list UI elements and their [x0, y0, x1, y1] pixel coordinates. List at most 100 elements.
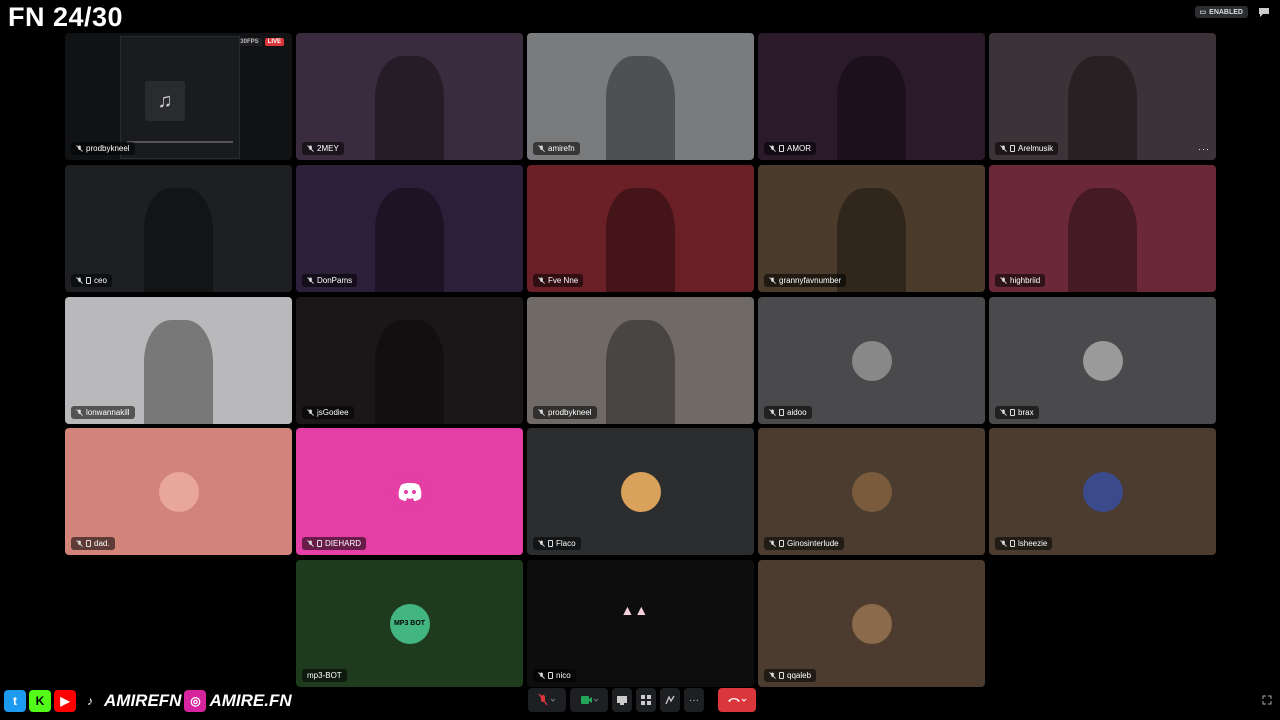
playback-progress-bar: [127, 141, 233, 143]
mic-muted-icon: [76, 540, 83, 547]
mic-muted-icon: [769, 672, 776, 679]
participant-name: lsheezie: [1018, 539, 1048, 548]
screen-share-icon: [617, 696, 627, 705]
social-handle-primary: AMIREFN: [104, 691, 182, 710]
participant-name: prodbykneel: [548, 408, 592, 417]
camera-icon: [581, 696, 599, 704]
video-feed: [1068, 55, 1137, 160]
participant-name-label: mp3-BOT: [302, 669, 347, 682]
participant-tile[interactable]: Ginosinterlude: [758, 428, 985, 555]
video-feed: [144, 187, 213, 292]
mic-muted-icon: [769, 277, 776, 284]
mobile-device-icon: [1010, 145, 1015, 152]
mic-muted-icon: [1000, 409, 1007, 416]
participant-tile[interactable]: highbriid: [989, 165, 1216, 292]
participant-name-label: DonPams: [302, 274, 358, 287]
mic-muted-icon: [769, 540, 776, 547]
activities-button[interactable]: [636, 688, 656, 712]
avatar: [1082, 340, 1123, 381]
participant-tile[interactable]: ▲▲ nico: [527, 560, 754, 687]
mobile-device-icon: [548, 540, 553, 547]
tiktok-icon: ♪: [79, 690, 101, 712]
participant-tile[interactable]: Fve Nne: [527, 165, 754, 292]
participant-tile[interactable]: prodbykneel: [527, 297, 754, 424]
mobile-device-icon: [86, 277, 91, 284]
participant-tile[interactable]: Arelmusik ···: [989, 33, 1216, 160]
participant-tile[interactable]: lonwannakill: [65, 297, 292, 424]
avatar: [851, 471, 892, 512]
participant-tile[interactable]: amirefn: [527, 33, 754, 160]
mobile-device-icon: [1010, 540, 1015, 547]
participant-tile[interactable]: Flaco: [527, 428, 754, 555]
participant-name: highbriid: [1010, 276, 1041, 285]
participant-tile[interactable]: jsGodiee: [296, 297, 523, 424]
discord-logo-icon: [389, 471, 430, 512]
mobile-device-icon: [317, 540, 322, 547]
screen-share-button[interactable]: [612, 688, 632, 712]
video-feed: [606, 187, 675, 292]
participant-name-label: Arelmusik: [995, 142, 1059, 155]
participant-name-label: jsGodiee: [302, 406, 354, 419]
participant-name: Flaco: [556, 539, 576, 548]
mic-muted-icon: [1000, 540, 1007, 547]
participant-name: aidoo: [787, 408, 807, 417]
participant-tile[interactable]: ceo: [65, 165, 292, 292]
participant-name-label: brax: [995, 406, 1039, 419]
participant-name-label: lsheezie: [995, 537, 1053, 550]
participant-name: grannyfavnumber: [779, 276, 842, 285]
mic-muted-icon: [1000, 277, 1007, 284]
participant-name: Ginosinterlude: [787, 539, 839, 548]
participant-name: dad.: [94, 539, 110, 548]
participant-name-label: AMOR: [764, 142, 816, 155]
mic-muted-icon: [538, 540, 545, 547]
mic-muted-icon: [769, 145, 776, 152]
mic-muted-icon: [538, 145, 545, 152]
call-controls: ···: [528, 688, 756, 712]
more-options-button[interactable]: ···: [684, 688, 704, 712]
participant-name-label: Fve Nne: [533, 274, 584, 287]
participant-name: 2MEY: [317, 144, 339, 153]
video-feed: [837, 187, 906, 292]
participant-tile[interactable]: brax: [989, 297, 1216, 424]
participant-tile[interactable]: grannyfavnumber: [758, 165, 985, 292]
avatar: [158, 471, 199, 512]
avatar: MP3 BOT: [389, 603, 430, 644]
participant-name-label: Flaco: [533, 537, 581, 550]
tile-more-icon[interactable]: ···: [1198, 144, 1210, 154]
participant-name-label: prodbykneel: [71, 142, 135, 155]
mic-muted-icon: [76, 277, 83, 284]
participant-name: AMOR: [787, 144, 811, 153]
participant-name: lonwannakill: [86, 408, 130, 417]
mute-button[interactable]: [528, 688, 566, 712]
participant-name-label: Ginosinterlude: [764, 537, 844, 550]
shared-screen-preview: ♫: [120, 36, 240, 159]
participant-tile[interactable]: DIEHARD: [296, 428, 523, 555]
participant-tile[interactable]: lsheezie: [989, 428, 1216, 555]
music-note-icon: ♫: [145, 81, 185, 121]
participant-name: amirefn: [548, 144, 575, 153]
participant-tile[interactable]: aidoo: [758, 297, 985, 424]
mobile-device-icon: [779, 409, 784, 416]
mobile-device-icon: [779, 672, 784, 679]
mic-muted-icon: [76, 145, 83, 152]
live-badge: LIVE: [264, 38, 284, 46]
participant-tile[interactable]: AMOR: [758, 33, 985, 160]
participant-name: mp3-BOT: [307, 671, 342, 680]
soundboard-button[interactable]: [660, 688, 680, 712]
fullscreen-button[interactable]: [1262, 692, 1272, 710]
participant-tile[interactable]: MP3 BOT mp3-BOT: [296, 560, 523, 687]
participant-name-label: dad.: [71, 537, 115, 550]
video-feed: [375, 187, 444, 292]
participant-tile[interactable]: dad.: [65, 428, 292, 555]
participant-tile[interactable]: 720P 30FPS LIVE ♫ prodbykneel: [65, 33, 292, 160]
camera-button[interactable]: [570, 688, 608, 712]
twitter-icon: t: [4, 690, 26, 712]
participant-tile[interactable]: DonPams: [296, 165, 523, 292]
participant-name-label: lonwannakill: [71, 406, 135, 419]
participant-name-label: prodbykneel: [533, 406, 597, 419]
participant-tile[interactable]: qqaleb: [758, 560, 985, 687]
participant-name-label: aidoo: [764, 406, 812, 419]
leave-call-button[interactable]: [718, 688, 756, 712]
participant-tile[interactable]: 2MEY: [296, 33, 523, 160]
mobile-device-icon: [779, 145, 784, 152]
